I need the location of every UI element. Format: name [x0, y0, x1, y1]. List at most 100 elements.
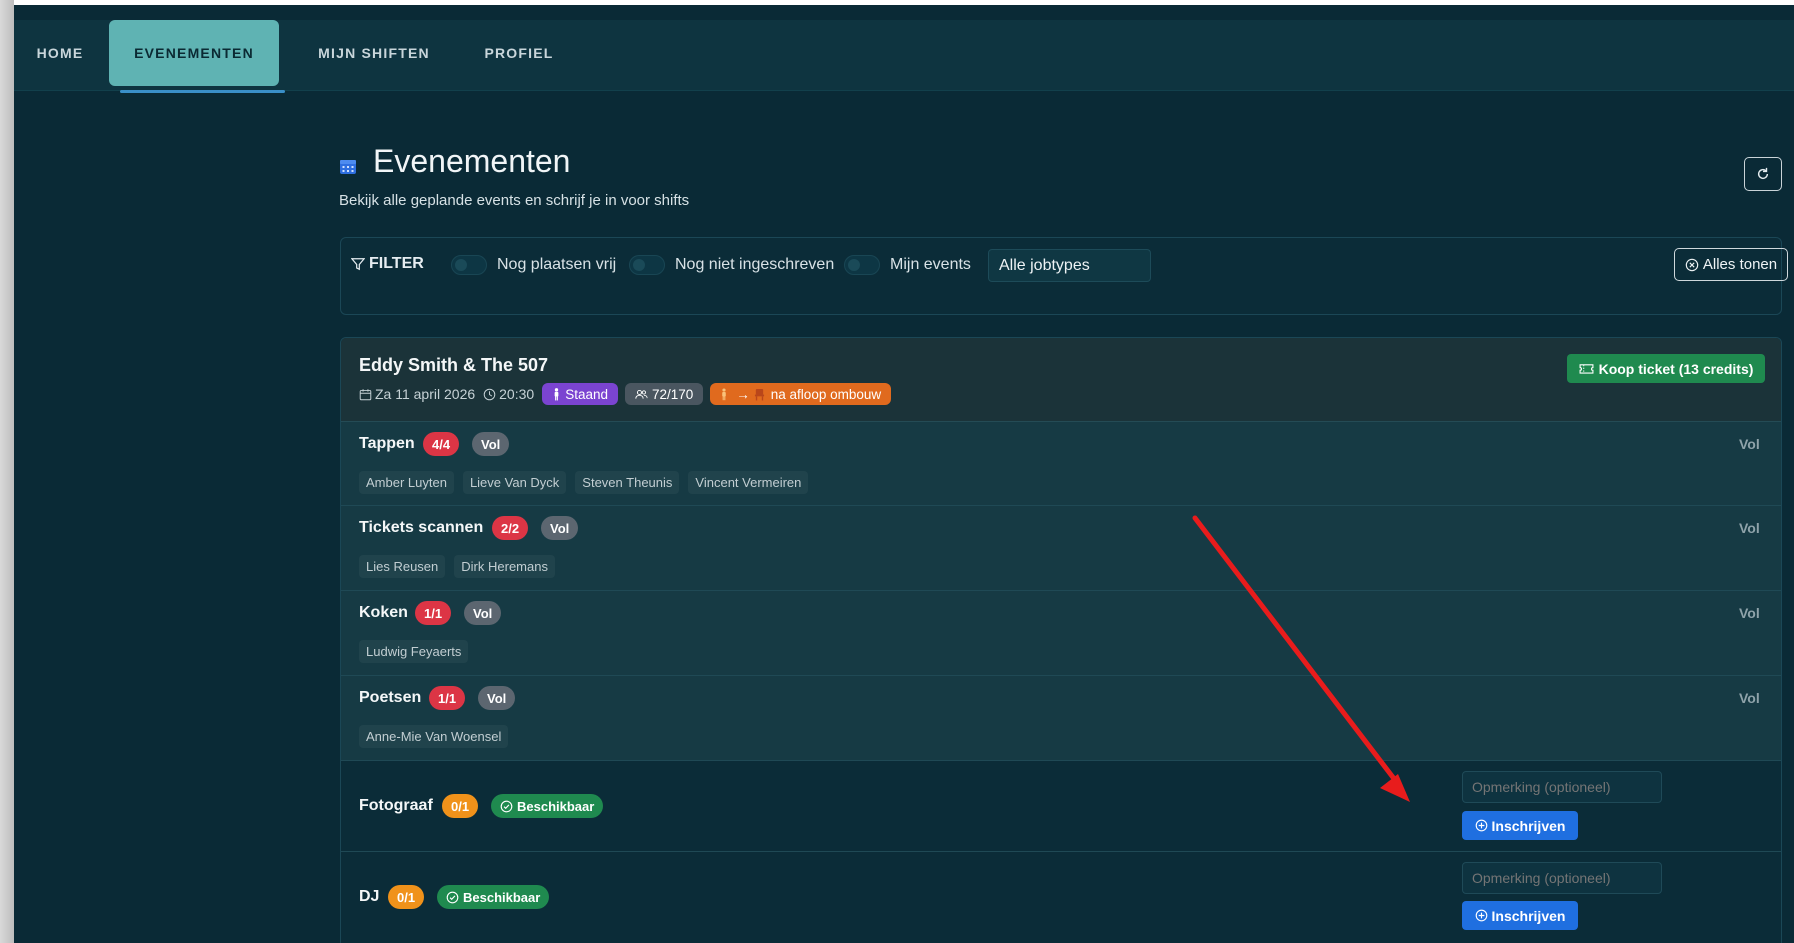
page-subtitle: Bekijk alle geplande events en schrijf j…	[339, 192, 690, 209]
page-title: Evenementen	[373, 143, 571, 179]
signup-label: Inschrijven	[1491, 907, 1566, 924]
nav-home[interactable]: HOME	[30, 20, 90, 86]
job-name: Tappen	[359, 435, 415, 452]
circle-x-icon	[1685, 258, 1699, 271]
clock-icon	[483, 388, 496, 400]
event-time: 20:30	[483, 386, 534, 402]
volunteer-list: Lies Reusen Dirk Heremans	[359, 555, 564, 578]
job-status-badge: Vol	[472, 432, 510, 456]
signup-button[interactable]: Inschrijven	[1462, 811, 1578, 840]
job-full-label: Vol	[1739, 690, 1760, 706]
job-row-dj: DJ 0/1 Beschikbaar Inschrijven	[341, 852, 1781, 943]
job-count-badge: 1/1	[415, 601, 452, 625]
job-available-badge: Beschikbaar	[437, 885, 550, 909]
job-available-badge: Beschikbaar	[491, 794, 604, 818]
volunteer-chip: Ludwig Feyaerts	[359, 640, 469, 663]
nav-evenementen[interactable]: EVENEMENTEN	[109, 20, 279, 86]
filter-heading: FILTER	[351, 255, 424, 273]
event-type-text: Staand	[565, 386, 608, 402]
nav-profiel[interactable]: PROFIEL	[474, 20, 564, 86]
filter-panel: FILTER Nog plaatsen vrij Nog niet ingesc…	[340, 237, 1788, 315]
event-date: Za 11 april 2026	[359, 386, 475, 402]
volunteer-chip: Lieve Van Dyck	[462, 471, 567, 494]
job-full-label: Vol	[1739, 605, 1760, 621]
job-count-badge: 4/4	[423, 432, 460, 456]
show-all-button[interactable]: Alles tonen	[1674, 248, 1788, 281]
job-count-badge: 0/1	[442, 794, 479, 818]
event-card: Eddy Smith & The 507 Za 11 april 2026 20…	[340, 337, 1782, 943]
event-capacity-text: 72/170	[651, 386, 694, 402]
job-row-tappen: Tappen 4/4 Vol Vol Amber Luyten Lieve Va…	[341, 422, 1781, 506]
volunteer-list: Amber Luyten Lieve Van Dyck Steven Theun…	[359, 471, 817, 494]
plus-circle-icon	[1475, 819, 1487, 832]
job-row-koken: Koken 1/1 Vol Vol Ludwig Feyaerts	[341, 591, 1781, 676]
event-date-text: Za 11 april 2026	[375, 386, 476, 402]
job-available-text: Beschikbaar	[517, 798, 595, 814]
volunteer-chip: Lies Reusen	[359, 555, 446, 578]
volunteer-chip: Steven Theunis	[575, 471, 680, 494]
volunteer-chip: Anne-Mie Van Woensel	[359, 725, 509, 748]
toggle-nog-niet-ingeschreven[interactable]: Nog niet ingeschreven	[629, 255, 834, 275]
buy-ticket-button[interactable]: Koop ticket (13 credits)	[1567, 354, 1765, 383]
show-all-label: Alles tonen	[1702, 256, 1778, 273]
toggle-label: Mijn events	[890, 256, 971, 273]
toggle-switch[interactable]	[629, 255, 665, 275]
event-header: Eddy Smith & The 507 Za 11 april 2026 20…	[341, 338, 1781, 422]
job-available-text: Beschikbaar	[463, 889, 541, 905]
nav-mijn-shiften[interactable]: MIJN SHIFTEN	[304, 20, 444, 86]
refresh-button[interactable]	[1744, 157, 1782, 191]
chair-icon	[754, 388, 764, 400]
nav-active-indicator	[120, 90, 285, 93]
toggle-mijn-events[interactable]: Mijn events	[844, 255, 971, 275]
filter-label: FILTER	[369, 255, 424, 272]
volunteer-chip: Amber Luyten	[359, 471, 454, 494]
funnel-icon	[351, 258, 365, 271]
event-note-text: na afloop ombouw	[770, 386, 882, 402]
toggle-label: Nog plaatsen vrij	[497, 256, 617, 273]
event-meta: Za 11 april 2026 20:30 Staand 72/170 → n…	[359, 383, 898, 405]
toggle-label: Nog niet ingeschreven	[675, 256, 835, 273]
job-count-badge: 0/1	[388, 885, 425, 909]
check-circle-icon	[446, 891, 459, 903]
event-note-badge: → na afloop ombouw	[710, 383, 892, 405]
job-row-poetsen: Poetsen 1/1 Vol Vol Anne-Mie Van Woensel	[341, 676, 1781, 761]
job-name: Koken	[359, 604, 408, 621]
standing-person-icon	[554, 387, 559, 400]
page-header: Evenementen	[339, 143, 570, 180]
remark-input[interactable]	[1462, 862, 1662, 894]
job-name: Tickets scannen	[359, 519, 484, 536]
job-row-tickets-scannen: Tickets scannen 2/2 Vol Vol Lies Reusen …	[341, 506, 1781, 591]
event-capacity-badge: 72/170	[624, 383, 704, 405]
event-title: Eddy Smith & The 507	[359, 355, 549, 375]
toggle-switch[interactable]	[451, 255, 487, 275]
job-name: Poetsen	[359, 689, 422, 706]
job-status-badge: Vol	[541, 516, 579, 540]
people-icon	[635, 389, 648, 399]
jobtype-select[interactable]: Alle jobtypes	[988, 249, 1151, 282]
app-root: HOME EVENEMENTEN MIJN SHIFTEN PROFIEL Ev…	[14, 5, 1794, 943]
remark-input[interactable]	[1462, 771, 1662, 803]
job-full-label: Vol	[1739, 436, 1760, 452]
job-row-fotograaf: Fotograaf 0/1 Beschikbaar Inschrijven	[341, 761, 1781, 852]
job-status-badge: Vol	[464, 601, 502, 625]
job-count-badge: 1/1	[429, 686, 466, 710]
signup-label: Inschrijven	[1491, 817, 1566, 834]
toggle-switch[interactable]	[844, 255, 880, 275]
arrow-glyph: →	[736, 386, 750, 402]
toggle-nog-plaatsen-vrij[interactable]: Nog plaatsen vrij	[451, 255, 616, 275]
volunteer-list: Anne-Mie Van Woensel	[359, 725, 517, 748]
event-time-text: 20:30	[499, 386, 535, 402]
volunteer-list: Ludwig Feyaerts	[359, 640, 477, 663]
volunteer-chip: Dirk Heremans	[454, 555, 555, 578]
signup-button[interactable]: Inschrijven	[1462, 901, 1578, 930]
job-count-badge: 2/2	[492, 516, 529, 540]
job-status-badge: Vol	[478, 686, 516, 710]
check-circle-icon	[500, 800, 513, 812]
standing-person-icon	[722, 387, 727, 400]
window-edge	[0, 0, 14, 943]
job-name: Fotograaf	[359, 797, 433, 814]
calendar-small-icon	[359, 388, 372, 400]
volunteer-chip: Vincent Vermeiren	[688, 471, 809, 494]
refresh-icon	[1757, 167, 1769, 180]
ticket-icon	[1579, 364, 1594, 374]
